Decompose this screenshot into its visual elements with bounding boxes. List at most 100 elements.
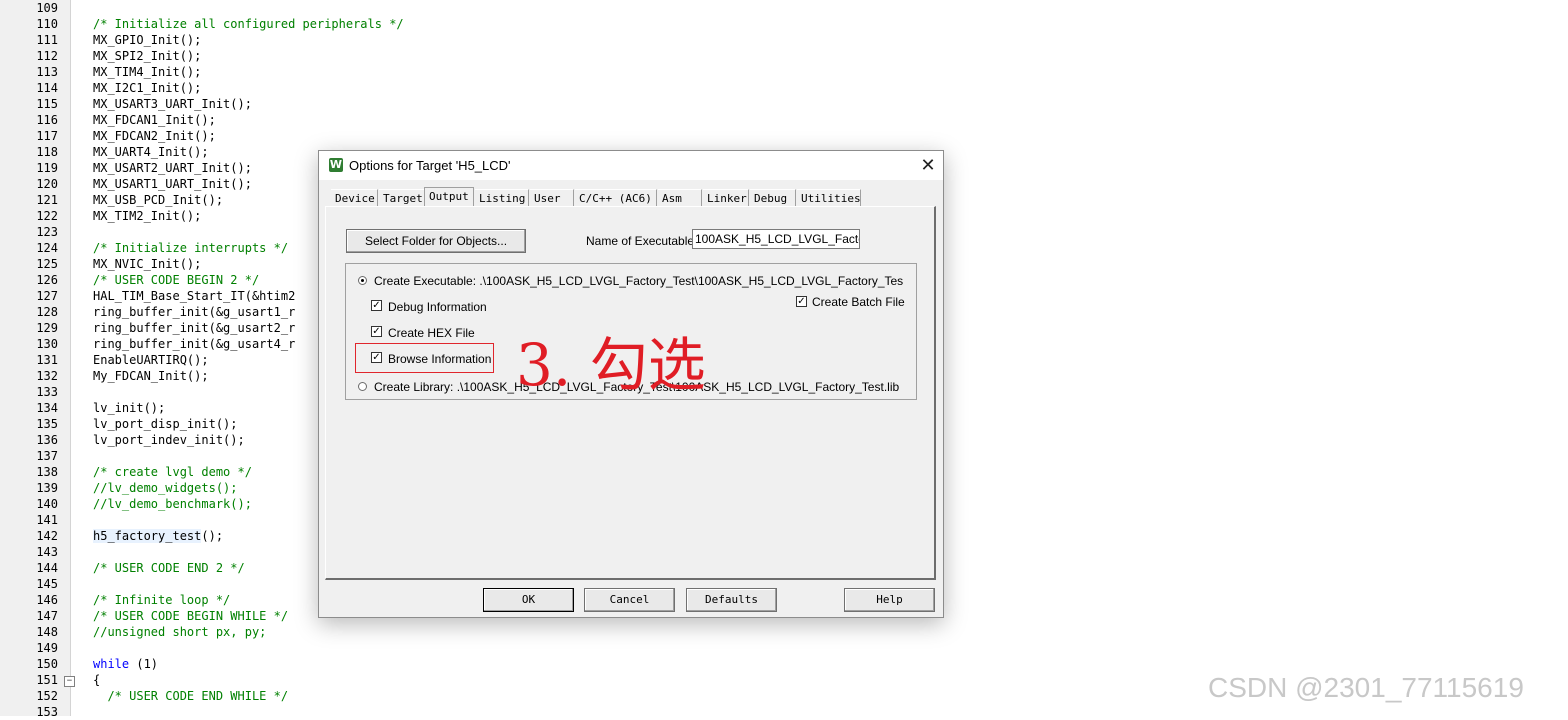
code-text: MX_TIM4_Init(); (93, 65, 202, 79)
help-button[interactable]: Help (844, 588, 935, 612)
code-line: while (1) (93, 656, 158, 672)
code-line: /* USER CODE BEGIN 2 */ (93, 272, 259, 288)
code-line: MX_TIM4_Init(); (93, 64, 201, 80)
code-text: lv_port_indev_init(); (93, 433, 245, 447)
line-number: 121 (36, 193, 58, 207)
fold-collapse-icon[interactable]: − (64, 676, 75, 687)
line-number: 126 (36, 273, 58, 287)
line-number: 141 (36, 513, 58, 527)
code-line: MX_SPI2_Init(); (93, 48, 201, 64)
line-number: 152 (36, 689, 58, 703)
select-folder-button[interactable]: Select Folder for Objects... (346, 229, 526, 253)
code-text: //lv_demo_widgets(); (93, 481, 238, 495)
code-text: MX_FDCAN1_Init(); (93, 113, 216, 127)
code-text: lv_init(); (93, 401, 166, 415)
keil-app-icon: W (329, 158, 343, 172)
cancel-button[interactable]: Cancel (584, 588, 675, 612)
code-line: h5_factory_test(); (93, 528, 223, 544)
code-text: ring_buffer_init(&g_usart1_r (93, 305, 296, 319)
line-number: 115 (36, 97, 58, 111)
code-text: ring_buffer_init(&g_usart4_r (93, 337, 296, 351)
tab-debug[interactable]: Debug (750, 189, 796, 206)
code-text: while (93, 657, 130, 671)
code-text: ring_buffer_init(&g_usart2_r (93, 321, 296, 335)
debug-information-checkbox[interactable]: ✓ (371, 300, 382, 311)
tab-utilities[interactable]: Utilities (797, 189, 861, 206)
close-icon[interactable]: ✕ (913, 151, 943, 180)
defaults-button[interactable]: Defaults (686, 588, 777, 612)
line-number: 118 (36, 145, 58, 159)
line-number: 113 (36, 65, 58, 79)
code-text: MX_I2C1_Init(); (93, 81, 202, 95)
line-number: 110 (36, 17, 58, 31)
line-number: 139 (36, 481, 58, 495)
line-number: 150 (36, 657, 58, 671)
code-text: MX_USB_PCD_Init(); (93, 193, 224, 207)
code-text: MX_UART4_Init(); (93, 145, 209, 159)
code-text: MX_USART3_UART_Init(); (93, 97, 252, 111)
code-line: MX_USART3_UART_Init(); (93, 96, 252, 112)
line-number: 128 (36, 305, 58, 319)
code-line: /* Initialize interrupts */ (93, 240, 288, 256)
name-of-executable-label: Name of Executable: (586, 234, 698, 248)
code-text: /* USER CODE BEGIN WHILE */ (93, 609, 289, 623)
highlight-box (355, 343, 494, 373)
line-number: 136 (36, 433, 58, 447)
line-number: 147 (36, 609, 58, 623)
code-line: /* Infinite loop */ (93, 592, 230, 608)
line-number: 151 (36, 673, 58, 687)
code-line: MX_USART2_UART_Init(); (93, 160, 252, 176)
code-text: /* create lvgl demo */ (93, 465, 252, 479)
code-text-suffix: (1) (129, 657, 159, 671)
code-text: HAL_TIM_Base_Start_IT(&htim2 (93, 289, 296, 303)
line-number: 130 (36, 337, 58, 351)
code-line: MX_FDCAN1_Init(); (93, 112, 216, 128)
tab-linker[interactable]: Linker (703, 189, 749, 206)
code-line: MX_TIM2_Init(); (93, 208, 201, 224)
tab-target[interactable]: Target (379, 189, 427, 206)
ok-button[interactable]: OK (483, 588, 574, 612)
tab-asm[interactable]: Asm (658, 189, 702, 206)
code-text: MX_GPIO_Init(); (93, 33, 202, 47)
line-number: 125 (36, 257, 58, 271)
tab-c-cpp-ac6[interactable]: C/C++ (AC6) (575, 189, 657, 206)
code-line: ring_buffer_init(&g_usart1_r (93, 304, 295, 320)
tab-device[interactable]: Device (331, 189, 378, 206)
tab-listing[interactable]: Listing (475, 189, 529, 206)
tab-user[interactable]: User (530, 189, 574, 206)
line-number: 114 (36, 81, 58, 95)
line-number: 124 (36, 241, 58, 255)
code-line: //lv_demo_widgets(); (93, 480, 238, 496)
code-line: /* Initialize all configured peripherals… (93, 16, 404, 32)
line-number: 140 (36, 497, 58, 511)
dialog-titlebar[interactable]: W Options for Target 'H5_LCD' ✕ (319, 151, 943, 180)
code-text: /* Initialize interrupts */ (93, 241, 289, 255)
create-executable-radio[interactable] (358, 276, 367, 285)
code-text: h5_factory_test (93, 529, 202, 543)
line-number: 137 (36, 449, 58, 463)
create-batch-file-label: Create Batch File (812, 295, 905, 309)
create-batch-file-checkbox[interactable]: ✓ (796, 296, 807, 307)
code-line: /* create lvgl demo */ (93, 464, 252, 480)
code-line: ring_buffer_init(&g_usart4_r (93, 336, 295, 352)
line-number: 143 (36, 545, 58, 559)
code-text: MX_SPI2_Init(); (93, 49, 202, 63)
code-text: /* USER CODE BEGIN 2 */ (93, 273, 260, 287)
create-library-radio[interactable] (358, 382, 367, 391)
code-text: /* USER CODE END 2 */ (93, 561, 245, 575)
code-line: EnableUARTIRQ(); (93, 352, 209, 368)
annotation-text: 3. 勾选 (516, 331, 706, 399)
line-number: 111 (36, 33, 58, 47)
code-text: MX_TIM2_Init(); (93, 209, 202, 223)
line-number: 149 (36, 641, 58, 655)
tab-output[interactable]: Output (424, 187, 474, 207)
create-hex-file-checkbox[interactable]: ✓ (371, 326, 382, 337)
line-number: 116 (36, 113, 58, 127)
name-of-executable-input[interactable]: 100ASK_H5_LCD_LVGL_Factory_ (692, 229, 860, 249)
line-number: 112 (36, 49, 58, 63)
code-text: /* USER CODE END WHILE */ (93, 689, 289, 703)
radio-selected-dot (361, 279, 364, 282)
code-line: ring_buffer_init(&g_usart2_r (93, 320, 295, 336)
code-line: MX_FDCAN2_Init(); (93, 128, 216, 144)
create-hex-file-label: Create HEX File (388, 326, 475, 340)
